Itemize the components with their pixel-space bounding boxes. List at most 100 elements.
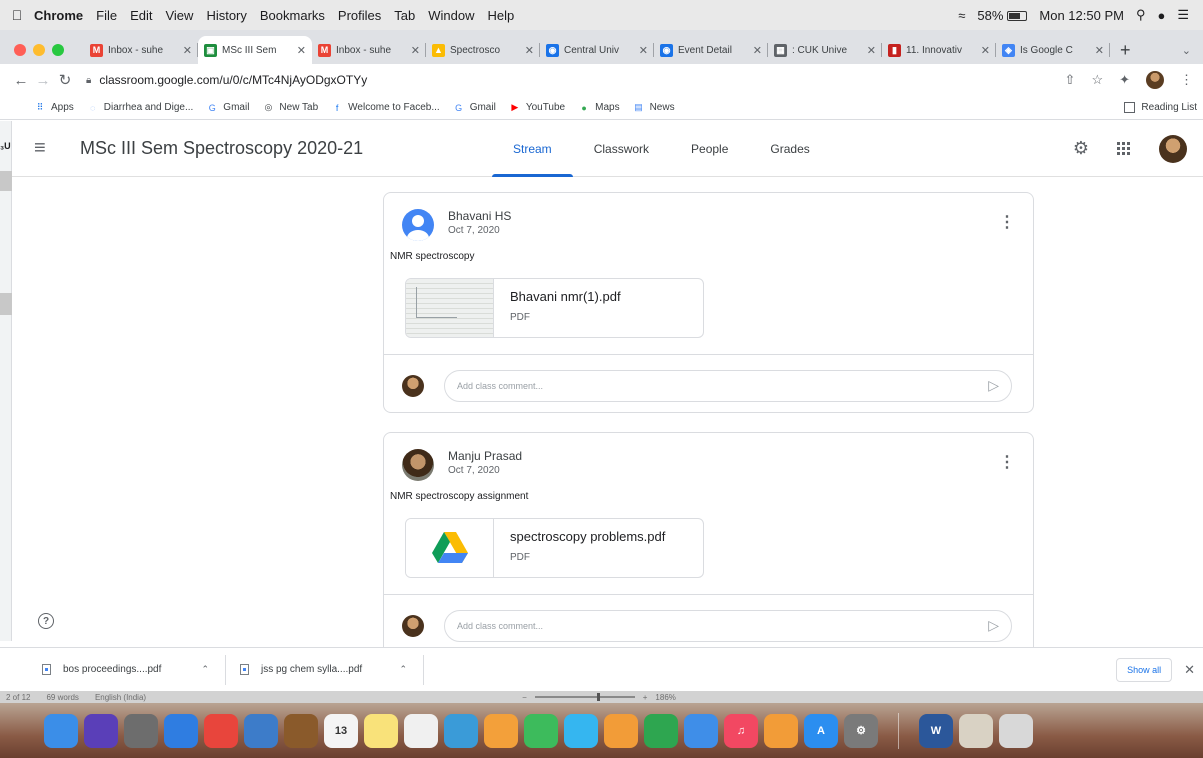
finder-icon[interactable] bbox=[44, 713, 78, 748]
battery-status[interactable]: 58% bbox=[977, 8, 1028, 23]
browser-tab[interactable]: ▲ Spectrosco ✕ bbox=[426, 36, 540, 64]
calendar-icon[interactable]: 13 bbox=[324, 713, 358, 748]
new-tab-button[interactable]: + bbox=[1110, 36, 1141, 64]
keynote-icon[interactable] bbox=[684, 713, 718, 748]
bookmark-item[interactable]: ◌ Diarrhea and Dige... bbox=[87, 102, 193, 114]
bookmark-item[interactable]: ▤ News bbox=[633, 102, 674, 114]
back-arrow-icon[interactable]: ← bbox=[10, 72, 32, 89]
bookmark-item[interactable]: ◎ New Tab bbox=[262, 102, 318, 114]
menu-window[interactable]: Window bbox=[428, 8, 483, 23]
numbers-icon[interactable] bbox=[644, 713, 678, 748]
download-item[interactable]: jss pg chem sylla....pdf ⌃ bbox=[234, 654, 424, 685]
menu-view[interactable]: View bbox=[165, 8, 202, 23]
menu-file[interactable]: File bbox=[96, 8, 126, 23]
bookmark-item[interactable]: G Gmail bbox=[453, 102, 496, 114]
spotlight-search-icon[interactable]: ⚲ bbox=[1136, 7, 1146, 23]
menu-help[interactable]: Help bbox=[488, 8, 524, 23]
menu-app-name[interactable]: Chrome bbox=[34, 8, 92, 23]
menu-edit[interactable]: Edit bbox=[130, 8, 161, 23]
trash-icon[interactable] bbox=[999, 713, 1033, 748]
app-store-icon[interactable]: A bbox=[804, 713, 838, 748]
tab-close-icon[interactable]: ✕ bbox=[297, 44, 306, 57]
zoom-window-button[interactable] bbox=[52, 44, 64, 56]
reminders-icon[interactable] bbox=[404, 713, 438, 748]
browser-tab[interactable]: ◉ Event Detail ✕ bbox=[654, 36, 768, 64]
tab-close-icon[interactable]: ✕ bbox=[867, 44, 876, 57]
tab-classwork[interactable]: Classwork bbox=[573, 121, 670, 177]
siri-icon[interactable] bbox=[84, 713, 118, 748]
close-shelf-icon[interactable]: ✕ bbox=[1184, 662, 1195, 678]
zoom-slider[interactable] bbox=[534, 693, 635, 701]
photo-thumbnail-icon[interactable] bbox=[959, 713, 993, 748]
apple-logo-icon[interactable]:  bbox=[0, 7, 34, 23]
bookmark-item[interactable]: ● Maps bbox=[578, 102, 619, 114]
zoom-out-icon[interactable]: − bbox=[522, 693, 527, 702]
address-bar[interactable]: 🔒︎ classroom.google.com/u/0/c/MTc4NjAyOD… bbox=[86, 67, 367, 93]
minimize-window-button[interactable] bbox=[33, 44, 45, 56]
download-item[interactable]: bos proceedings....pdf ⌃ bbox=[36, 654, 226, 685]
preview-icon[interactable] bbox=[244, 713, 278, 748]
tab-close-icon[interactable]: ✕ bbox=[1095, 44, 1104, 57]
reload-icon[interactable]: ↻ bbox=[54, 71, 76, 89]
post-options-kebab-icon[interactable]: ⋮ bbox=[999, 449, 1015, 471]
browser-tab[interactable]: ▣ MSc III Sem ✕ bbox=[198, 36, 312, 64]
class-title[interactable]: MSc III Sem Spectroscopy 2020-21 bbox=[80, 138, 420, 159]
url-text[interactable]: classroom.google.com/u/0/c/MTc4NjAyODgxO… bbox=[99, 73, 367, 87]
browser-tab[interactable]: M Inbox - suhe ✕ bbox=[312, 36, 426, 64]
browser-tab[interactable]: ▮ 11. Innovativ ✕ bbox=[882, 36, 996, 64]
bookmark-star-icon[interactable]: ☆ bbox=[1091, 72, 1103, 88]
tab-grades[interactable]: Grades bbox=[749, 121, 830, 177]
menu-bookmarks[interactable]: Bookmarks bbox=[260, 8, 334, 23]
launchpad-icon[interactable] bbox=[124, 713, 158, 748]
extensions-puzzle-icon[interactable]: ✦ bbox=[1119, 72, 1130, 88]
photos-icon[interactable] bbox=[444, 713, 478, 748]
help-question-icon[interactable]: ? bbox=[38, 613, 54, 629]
zoom-in-icon[interactable]: + bbox=[643, 693, 648, 702]
chrome-menu-icon[interactable]: ⋮ bbox=[1180, 72, 1193, 88]
bookmark-item[interactable]: f Welcome to Faceb... bbox=[331, 102, 440, 114]
tab-close-icon[interactable]: ✕ bbox=[183, 44, 192, 57]
notebook-icon[interactable] bbox=[284, 713, 318, 748]
control-center-icon[interactable]: ☰ bbox=[1177, 7, 1189, 23]
tab-search-icon[interactable]: ⌄ bbox=[1182, 36, 1203, 64]
system-preferences-icon[interactable]: ⚙ bbox=[844, 713, 878, 748]
download-options-chevron-icon[interactable]: ⌃ bbox=[399, 664, 407, 675]
send-comment-icon[interactable]: ▷ bbox=[988, 377, 999, 394]
forward-arrow-icon[interactable]: → bbox=[32, 72, 54, 89]
class-comment-input[interactable]: Add class comment... ▷ bbox=[444, 369, 1012, 402]
bookmark-item[interactable]: G Gmail bbox=[206, 102, 250, 114]
attachment-card[interactable]: Bhavani nmr(1).pdf PDF bbox=[405, 278, 704, 338]
post-date[interactable]: Oct 7, 2020 bbox=[448, 225, 511, 236]
lock-icon[interactable]: 🔒︎ bbox=[86, 75, 91, 86]
menu-profiles[interactable]: Profiles bbox=[338, 8, 390, 23]
tab-close-icon[interactable]: ✕ bbox=[753, 44, 762, 57]
account-avatar[interactable] bbox=[1159, 134, 1187, 163]
post-date[interactable]: Oct 7, 2020 bbox=[448, 465, 522, 476]
wifi-icon[interactable]: ≈ bbox=[958, 8, 965, 23]
word-word-count[interactable]: 69 words bbox=[46, 693, 78, 702]
menubar-clock[interactable]: Mon 12:50 PM bbox=[1039, 8, 1124, 23]
tab-close-icon[interactable]: ✕ bbox=[411, 44, 420, 57]
menu-tab[interactable]: Tab bbox=[394, 8, 424, 23]
bookmark-item[interactable]: ⠿ Apps bbox=[34, 102, 74, 114]
browser-tab[interactable]: M Inbox - suhe ✕ bbox=[84, 36, 198, 64]
browser-tab[interactable]: ◉ Central Univ ✕ bbox=[540, 36, 654, 64]
settings-gear-icon[interactable]: ⚙ bbox=[1073, 138, 1089, 159]
word-page-count[interactable]: 2 of 12 bbox=[6, 693, 30, 702]
show-all-downloads-button[interactable]: Show all bbox=[1116, 657, 1173, 682]
profile-avatar[interactable] bbox=[1146, 71, 1164, 89]
browser-tab[interactable]: ▦: CUK Unive ✕ bbox=[768, 36, 882, 64]
messages-icon[interactable] bbox=[564, 713, 598, 748]
bookmark-item[interactable]: ▶ YouTube bbox=[509, 102, 565, 114]
share-icon[interactable]: ⇧ bbox=[1065, 72, 1076, 88]
notes-icon[interactable] bbox=[364, 713, 398, 748]
pages-icon[interactable] bbox=[604, 713, 638, 748]
tab-close-icon[interactable]: ✕ bbox=[639, 44, 648, 57]
siri-menubar-icon[interactable]: ● bbox=[1157, 8, 1165, 23]
close-window-button[interactable] bbox=[14, 44, 26, 56]
facetime-icon[interactable] bbox=[524, 713, 558, 748]
main-menu-icon[interactable]: ≡ bbox=[34, 137, 74, 160]
post-options-kebab-icon[interactable]: ⋮ bbox=[999, 209, 1015, 231]
tab-close-icon[interactable]: ✕ bbox=[525, 44, 534, 57]
browser-tab[interactable]: ◈ Is Google C ✕ bbox=[996, 36, 1110, 64]
